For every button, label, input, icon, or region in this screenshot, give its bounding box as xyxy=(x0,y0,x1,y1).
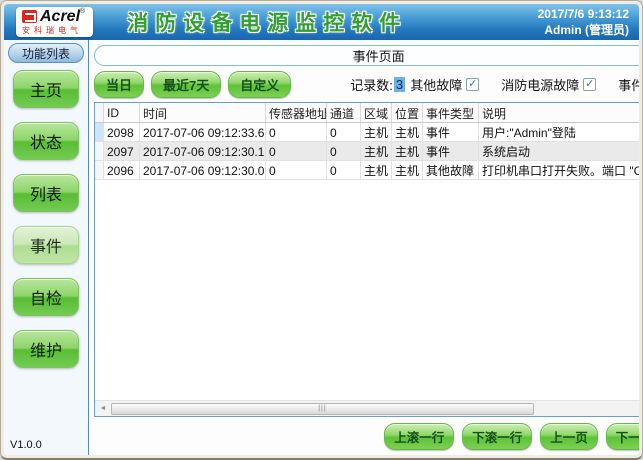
row-selector-header xyxy=(95,103,104,122)
checkbox-checked-icon[interactable]: ✓ xyxy=(466,78,479,91)
cell-zone: 主机 xyxy=(361,161,392,179)
logo-brand-text: Acrel xyxy=(40,9,80,25)
logo-subtitle: 安科瑞电气 xyxy=(22,27,85,35)
filter-event-label: 事件 xyxy=(618,75,639,94)
filter-fire-power-fault-label: 消防电源故障 xyxy=(501,75,579,94)
col-header-event-type[interactable]: 事件类型 xyxy=(423,103,479,122)
cell-position: 主机 xyxy=(392,123,423,141)
horizontal-scrollbar[interactable]: ◄ ||| ► xyxy=(95,400,639,416)
app-title: 消防设备电源监控软件 xyxy=(127,7,407,37)
page-title: 事件页面 xyxy=(94,45,639,66)
acrel-logo: Acrel ® 安科瑞电气 xyxy=(16,7,93,37)
table-empty-area xyxy=(95,180,639,400)
cell-description: 系统启动 xyxy=(479,142,639,160)
registered-mark-icon: ® xyxy=(80,8,85,15)
app-body: 功能列表 主页 状态 列表 事件 自检 维护 V1.0.0 事件页面 当日 最近… xyxy=(4,40,639,455)
cell-channel: 0 xyxy=(327,123,361,141)
sidebar-item-list[interactable]: 列表 xyxy=(13,174,79,212)
col-header-description[interactable]: 说明 xyxy=(479,103,639,122)
cell-time: 2017-07-06 09:12:30.033 xyxy=(140,161,266,179)
scroll-up-row-button[interactable]: 上滚一行 xyxy=(384,423,454,450)
cell-time: 2017-07-06 09:12:33.657 xyxy=(140,123,266,141)
col-header-zone[interactable]: 区域 xyxy=(361,103,392,122)
grip-icon: ||| xyxy=(318,405,326,412)
header-status: 2017/7/6 9:13:12 Admin (管理员) xyxy=(538,6,631,38)
acrel-logo-icon xyxy=(22,10,37,23)
cell-position: 主机 xyxy=(392,161,423,179)
cell-zone: 主机 xyxy=(361,123,392,141)
hscroll-track[interactable]: ||| xyxy=(111,403,639,415)
filter-event[interactable]: 事件 ✓ xyxy=(618,75,639,94)
check-icon: ✓ xyxy=(468,79,477,90)
check-icon: ✓ xyxy=(585,79,594,90)
cell-channel: 0 xyxy=(327,161,361,179)
checkbox-checked-icon[interactable]: ✓ xyxy=(583,78,596,91)
scroll-left-icon[interactable]: ◄ xyxy=(97,405,109,412)
cell-event-type: 其他故障 xyxy=(423,161,479,179)
sidebar-header: 功能列表 xyxy=(8,43,84,63)
events-table-content: ID 时间 传感器地址 通道 区域 位置 事件类型 说明 2098 xyxy=(95,103,639,400)
filter-other-fault-label: 其他故障 xyxy=(410,75,462,94)
cell-id: 2096 xyxy=(104,161,140,179)
cell-zone: 主机 xyxy=(361,142,392,160)
next-page-button[interactable]: 下一页 xyxy=(606,423,639,450)
cell-sensor-address: 0 xyxy=(266,142,327,160)
row-selector[interactable] xyxy=(95,142,104,160)
filter-other-fault[interactable]: 其他故障 ✓ xyxy=(410,75,479,94)
sidebar-item-home[interactable]: 主页 xyxy=(13,70,79,108)
record-count-value: 3 xyxy=(394,77,405,92)
cell-description: 用户:"Admin"登陆 xyxy=(479,123,639,141)
sidebar-item-status[interactable]: 状态 xyxy=(13,122,79,160)
table-row[interactable]: 2096 2017-07-06 09:12:30.033 0 0 主机 主机 其… xyxy=(95,161,639,180)
pager: 上滚一行 下滚一行 上一页 下一页 xyxy=(94,423,639,450)
datetime-display: 2017/7/6 9:13:12 xyxy=(538,6,629,22)
table-header-row: ID 时间 传感器地址 通道 区域 位置 事件类型 说明 xyxy=(95,103,639,123)
record-count: 记录数: 3 xyxy=(350,75,405,94)
col-header-channel[interactable]: 通道 xyxy=(327,103,361,122)
cell-event-type: 事件 xyxy=(423,123,479,141)
sidebar-item-selfcheck[interactable]: 自检 xyxy=(13,278,79,316)
cell-id: 2098 xyxy=(104,123,140,141)
events-toolbar: 当日 最近7天 自定义 记录数: 3 其他故障 ✓ 消防电源故障 ✓ xyxy=(94,71,639,98)
filter-fire-power-fault[interactable]: 消防电源故障 ✓ xyxy=(501,75,596,94)
cell-channel: 0 xyxy=(327,142,361,160)
events-table: ID 时间 传感器地址 通道 区域 位置 事件类型 说明 2098 xyxy=(94,102,639,417)
sidebar-nav: 主页 状态 列表 事件 自检 维护 xyxy=(13,70,79,368)
scroll-down-row-button[interactable]: 下滚一行 xyxy=(462,423,532,450)
row-selector[interactable] xyxy=(95,161,104,179)
record-count-label: 记录数: xyxy=(350,75,393,94)
app-header: Acrel ® 安科瑞电气 消防设备电源监控软件 2017/7/6 9:13:1… xyxy=(4,4,639,40)
version-label: V1.0.0 xyxy=(10,439,42,451)
table-row[interactable]: 2097 2017-07-06 09:12:30.123 0 0 主机 主机 事… xyxy=(95,142,639,161)
col-header-id[interactable]: ID xyxy=(104,103,140,122)
col-header-sensor-address[interactable]: 传感器地址 xyxy=(266,103,327,122)
events-grid: ID 时间 传感器地址 通道 区域 位置 事件类型 说明 2098 xyxy=(95,103,639,400)
hscroll-thumb[interactable]: ||| xyxy=(111,403,534,415)
range-today-button[interactable]: 当日 xyxy=(94,71,144,98)
col-header-position[interactable]: 位置 xyxy=(392,103,423,122)
sidebar-item-events[interactable]: 事件 xyxy=(13,226,79,264)
main-panel: 事件页面 当日 最近7天 自定义 记录数: 3 其他故障 ✓ 消防电源故障 ✓ xyxy=(89,40,639,455)
logo-row: Acrel ® xyxy=(22,9,85,25)
sidebar: 功能列表 主页 状态 列表 事件 自检 维护 V1.0.0 xyxy=(4,40,89,455)
cell-event-type: 事件 xyxy=(423,142,479,160)
cell-description: 打印机串口打开失败。端口 "C xyxy=(479,161,639,179)
cell-position: 主机 xyxy=(392,142,423,160)
range-last7days-button[interactable]: 最近7天 xyxy=(151,71,221,98)
range-custom-button[interactable]: 自定义 xyxy=(228,71,291,98)
prev-page-button[interactable]: 上一页 xyxy=(540,423,598,450)
col-header-time[interactable]: 时间 xyxy=(140,103,266,122)
cell-sensor-address: 0 xyxy=(266,161,327,179)
cell-sensor-address: 0 xyxy=(266,123,327,141)
sidebar-item-maintenance[interactable]: 维护 xyxy=(13,330,79,368)
filter-group: 其他故障 ✓ 消防电源故障 ✓ 事件 ✓ xyxy=(410,75,639,94)
cell-id: 2097 xyxy=(104,142,140,160)
table-row[interactable]: 2098 2017-07-06 09:12:33.657 0 0 主机 主机 事… xyxy=(95,123,639,142)
cell-time: 2017-07-06 09:12:30.123 xyxy=(140,142,266,160)
app-window: Acrel ® 安科瑞电气 消防设备电源监控软件 2017/7/6 9:13:1… xyxy=(0,0,643,460)
row-selector[interactable] xyxy=(95,123,104,141)
current-user: Admin (管理员) xyxy=(538,22,629,38)
